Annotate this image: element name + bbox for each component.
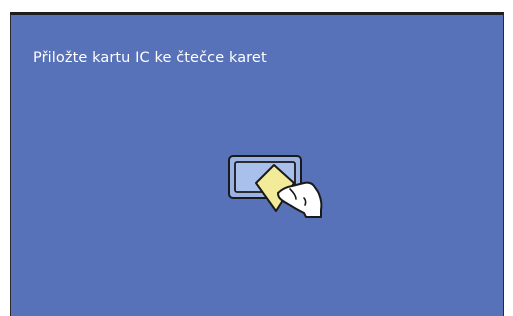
card-reader-illustration bbox=[228, 155, 323, 218]
hand-icon bbox=[277, 181, 323, 218]
instruction-text: Přiložte kartu IC ke čtečce karet bbox=[33, 50, 267, 66]
